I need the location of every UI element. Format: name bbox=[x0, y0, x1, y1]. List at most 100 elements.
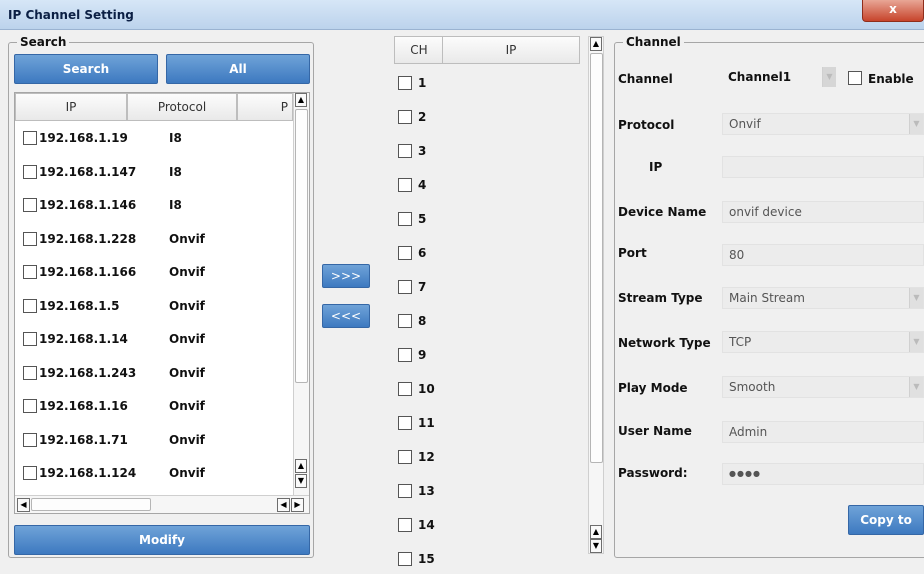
column-header-protocol[interactable]: Protocol bbox=[127, 93, 237, 121]
scroll-left-icon[interactable]: ◀ bbox=[17, 498, 30, 512]
scroll-down-icon[interactable]: ▼ bbox=[295, 474, 307, 488]
scroll-left-icon[interactable]: ◀ bbox=[277, 498, 290, 512]
user-name-input[interactable]: Admin bbox=[722, 421, 924, 443]
column-header-channel-ip[interactable]: IP bbox=[442, 36, 580, 64]
channel-row[interactable]: 9 bbox=[392, 344, 582, 370]
table-row[interactable]: 192.168.1.19 I8 bbox=[15, 123, 293, 153]
channel-checkbox[interactable] bbox=[398, 280, 412, 294]
device-name-input[interactable]: onvif device bbox=[722, 201, 924, 223]
remove-channel-button[interactable]: <<< bbox=[322, 304, 370, 328]
channel-row[interactable]: 11 bbox=[392, 412, 582, 438]
table-row[interactable]: 192.168.1.146 I8 bbox=[15, 190, 293, 220]
column-header-ch[interactable]: CH bbox=[394, 36, 444, 64]
close-button[interactable]: x bbox=[862, 0, 924, 22]
scroll-up-icon[interactable]: ▲ bbox=[295, 93, 307, 107]
channel-checkbox[interactable] bbox=[398, 450, 412, 464]
password-input[interactable]: ●●●● bbox=[722, 463, 924, 485]
channel-checkbox[interactable] bbox=[398, 552, 412, 566]
channel-row[interactable]: 2 bbox=[392, 106, 582, 132]
table-row[interactable]: 192.168.1.243 Onvif bbox=[15, 358, 293, 388]
channel-checkbox[interactable] bbox=[398, 246, 412, 260]
search-vertical-scrollbar[interactable]: ▲ ▲ ▼ bbox=[293, 93, 309, 495]
port-input[interactable]: 80 bbox=[722, 244, 924, 266]
channel-checkbox[interactable] bbox=[398, 110, 412, 124]
channel-row[interactable]: 10 bbox=[392, 378, 582, 404]
row-checkbox[interactable] bbox=[23, 432, 37, 447]
row-checkbox[interactable] bbox=[23, 231, 37, 246]
channel-row[interactable]: 1 bbox=[392, 72, 582, 98]
channel-vertical-scrollbar[interactable]: ▲ ▲ ▼ bbox=[588, 36, 604, 554]
channel-row[interactable]: 5 bbox=[392, 208, 582, 234]
table-row[interactable]: 192.168.1.5 Onvif bbox=[15, 291, 293, 321]
scroll-up-icon[interactable]: ▲ bbox=[295, 459, 307, 473]
channel-row[interactable]: 6 bbox=[392, 242, 582, 268]
channel-row[interactable]: 14 bbox=[392, 514, 582, 540]
row-checkbox[interactable] bbox=[23, 365, 37, 380]
dropdown-arrow-icon[interactable]: ▼ bbox=[909, 288, 923, 308]
dropdown-arrow-icon[interactable]: ▼ bbox=[822, 67, 836, 87]
row-checkbox[interactable] bbox=[23, 298, 37, 313]
scroll-up-icon[interactable]: ▲ bbox=[590, 37, 602, 51]
table-row[interactable]: 192.168.1.166 Onvif bbox=[15, 257, 293, 287]
add-channel-button[interactable]: >>> bbox=[322, 264, 370, 288]
channel-row[interactable]: 15 bbox=[392, 548, 582, 574]
channel-number: 7 bbox=[418, 280, 427, 294]
channel-checkbox[interactable] bbox=[398, 348, 412, 362]
table-row[interactable]: 192.168.1.124 Onvif bbox=[15, 458, 293, 488]
channel-checkbox[interactable] bbox=[398, 314, 412, 328]
channel-row[interactable]: 13 bbox=[392, 480, 582, 506]
channel-row[interactable]: 4 bbox=[392, 174, 582, 200]
table-row[interactable]: 192.168.1.228 Onvif bbox=[15, 224, 293, 254]
row-checkbox[interactable] bbox=[23, 332, 37, 346]
table-row[interactable]: 192.168.1.71 Onvif bbox=[15, 425, 293, 455]
table-row[interactable]: 192.168.1.147 I8 bbox=[15, 157, 293, 187]
row-checkbox[interactable] bbox=[23, 131, 37, 145]
dropdown-arrow-icon[interactable]: ▼ bbox=[909, 114, 923, 134]
channel-scroll-thumb[interactable] bbox=[590, 53, 603, 463]
ip-input[interactable] bbox=[722, 156, 924, 178]
enable-label: Enable bbox=[868, 72, 914, 86]
channel-row[interactable]: 8 bbox=[392, 310, 582, 336]
channel-checkbox[interactable] bbox=[398, 484, 412, 498]
channel-row[interactable]: 12 bbox=[392, 446, 582, 472]
channel-checkbox[interactable] bbox=[398, 76, 412, 90]
channel-checkbox[interactable] bbox=[398, 416, 412, 430]
channel-checkbox[interactable] bbox=[398, 382, 412, 396]
table-row[interactable]: 192.168.1.16 Onvif bbox=[15, 391, 293, 421]
column-header-p[interactable]: P bbox=[237, 93, 293, 121]
channel-row[interactable]: 7 bbox=[392, 276, 582, 302]
channel-checkbox[interactable] bbox=[398, 144, 412, 158]
search-scroll-thumb[interactable] bbox=[295, 109, 308, 383]
search-table-header: IP Protocol P bbox=[15, 93, 293, 121]
row-checkbox[interactable] bbox=[23, 466, 37, 480]
scroll-up-icon[interactable]: ▲ bbox=[590, 525, 602, 539]
row-checkbox[interactable] bbox=[23, 164, 37, 179]
row-protocol: Onvif bbox=[169, 399, 205, 413]
copy-to-button[interactable]: Copy to bbox=[848, 505, 924, 535]
scroll-down-icon[interactable]: ▼ bbox=[590, 539, 602, 553]
search-button[interactable]: Search bbox=[14, 54, 158, 84]
channel-checkbox[interactable] bbox=[398, 212, 412, 226]
dropdown-arrow-icon[interactable]: ▼ bbox=[909, 332, 923, 352]
row-checkbox[interactable] bbox=[23, 198, 37, 212]
close-icon: x bbox=[889, 2, 897, 16]
row-checkbox[interactable] bbox=[23, 399, 37, 413]
channel-checkbox[interactable] bbox=[398, 518, 412, 532]
column-header-ip[interactable]: IP bbox=[15, 93, 127, 121]
table-row[interactable]: 192.168.1.14 Onvif bbox=[15, 324, 293, 354]
scroll-right-icon[interactable]: ▶ bbox=[291, 498, 304, 512]
channel-checkbox[interactable] bbox=[398, 178, 412, 192]
play-mode-select[interactable]: Smooth ▼ bbox=[722, 376, 924, 398]
stream-type-select[interactable]: Main Stream ▼ bbox=[722, 287, 924, 309]
search-horizontal-scrollbar[interactable]: ◀ ◀ ▶ bbox=[15, 495, 309, 513]
channel-row[interactable]: 3 bbox=[392, 140, 582, 166]
channel-select[interactable]: Channel1 ▼ bbox=[722, 67, 838, 89]
protocol-select[interactable]: Onvif ▼ bbox=[722, 113, 924, 135]
network-type-select[interactable]: TCP ▼ bbox=[722, 331, 924, 353]
enable-checkbox[interactable] bbox=[848, 71, 862, 85]
modify-button[interactable]: Modify bbox=[14, 525, 310, 555]
all-button[interactable]: All bbox=[166, 54, 310, 84]
search-hscroll-thumb[interactable] bbox=[31, 498, 151, 511]
row-checkbox[interactable] bbox=[23, 265, 37, 279]
dropdown-arrow-icon[interactable]: ▼ bbox=[909, 377, 923, 397]
